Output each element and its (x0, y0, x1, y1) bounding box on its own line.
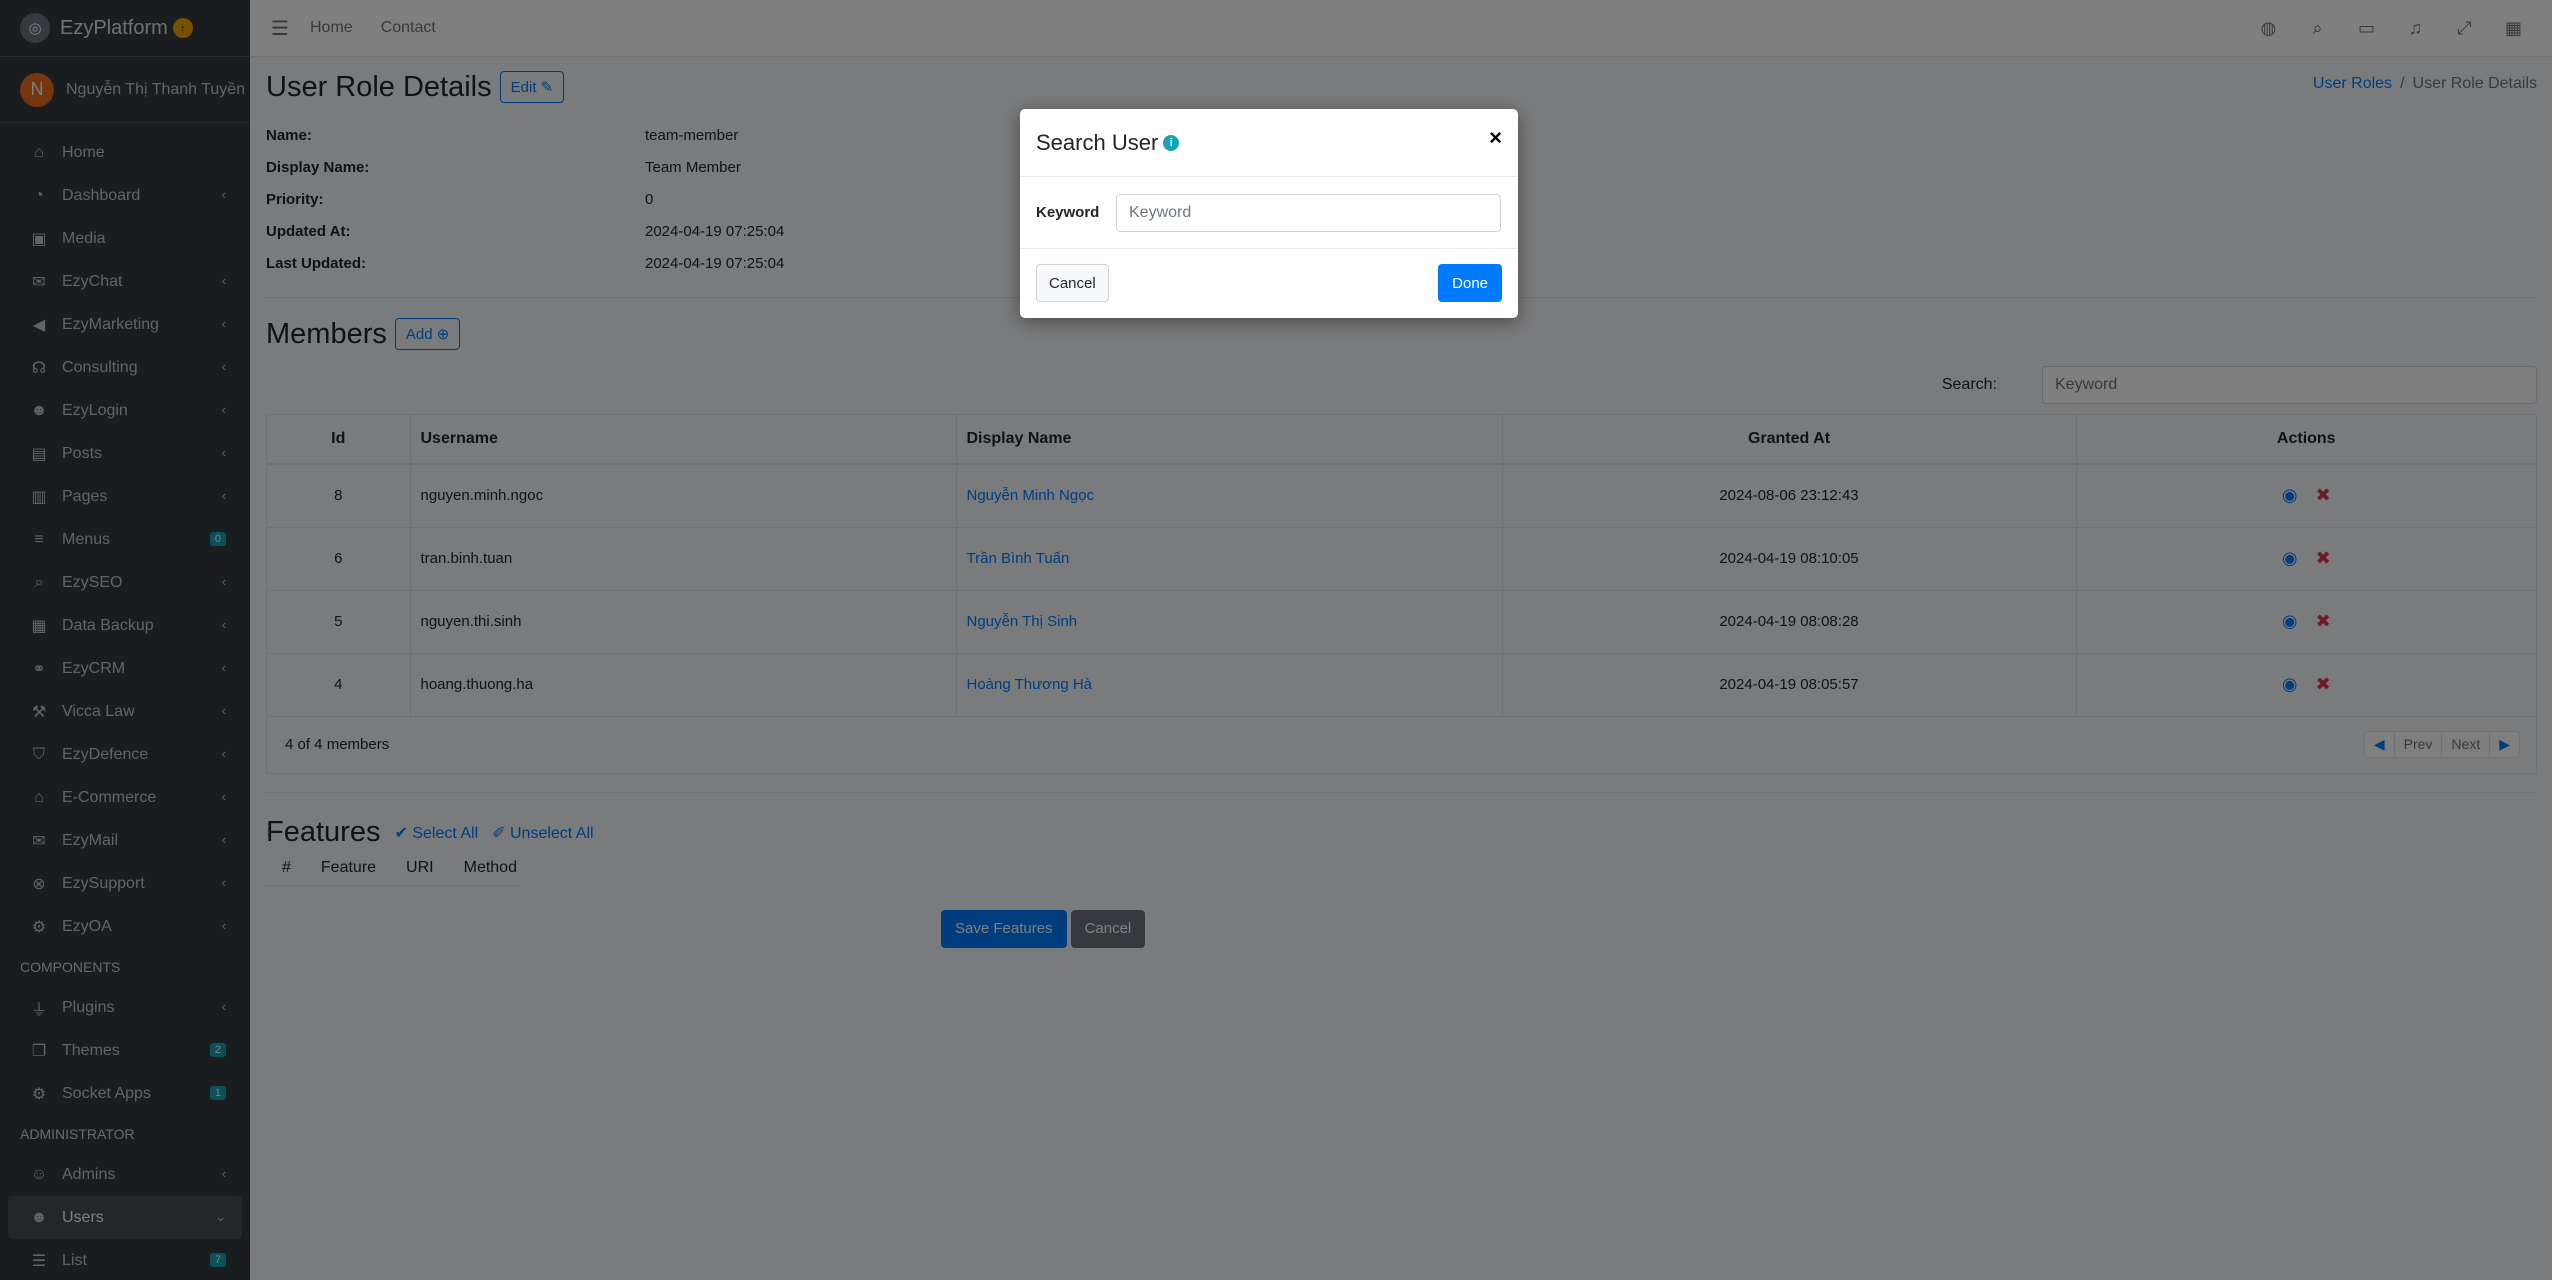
close-icon[interactable]: × (1489, 125, 1502, 151)
search-user-modal: Search User i × Keyword Keyword Cancel D… (1020, 109, 1518, 318)
keyword-input[interactable]: Keyword (1116, 193, 1501, 232)
modal-title: Search User (1036, 129, 1159, 155)
modal-done-button[interactable]: Done (1438, 264, 1502, 302)
modal-body: Keyword Keyword (1020, 177, 1518, 249)
modal-header: Search User i × (1020, 109, 1518, 177)
modal-cancel-button[interactable]: Cancel (1036, 264, 1109, 302)
info-icon[interactable]: i (1163, 134, 1180, 151)
keyword-label: Keyword (1036, 204, 1100, 221)
modal-footer: Cancel Done (1020, 249, 1518, 317)
